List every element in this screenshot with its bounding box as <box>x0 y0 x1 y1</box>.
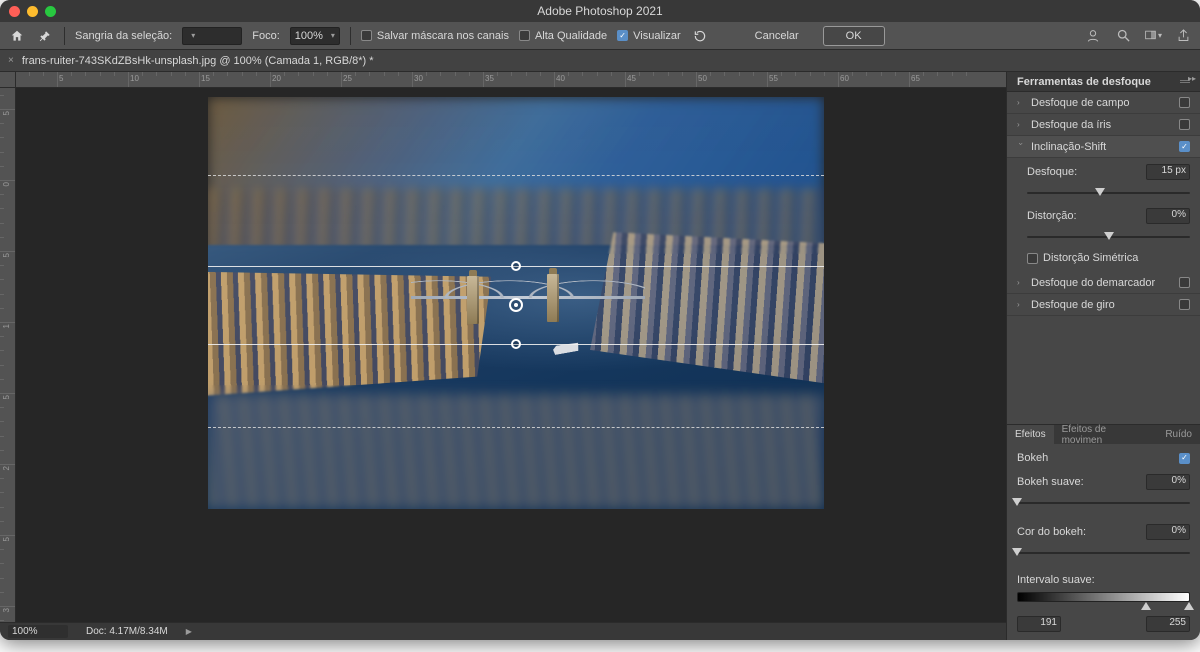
tilt-shift-section[interactable]: ›Inclinação-Shift <box>1007 136 1200 158</box>
app-title: Adobe Photoshop 2021 <box>0 4 1200 18</box>
tiltshift-outer-top[interactable] <box>208 175 824 176</box>
blur-slider[interactable] <box>1027 188 1190 198</box>
light-bokeh-slider[interactable] <box>1017 498 1190 508</box>
blur-label: Desfoque: <box>1027 166 1077 178</box>
path-blur-section[interactable]: ›Desfoque do demarcador <box>1007 272 1200 294</box>
workspace-icon[interactable]: ▾ <box>1144 27 1162 45</box>
tiltshift-handle-top[interactable] <box>511 261 521 271</box>
light-range-low-field[interactable]: 191 <box>1017 616 1061 632</box>
document-tab[interactable]: × frans-ruiter-743SKdZBsHk-unsplash.jpg … <box>0 50 1200 72</box>
bokeh-color-slider[interactable] <box>1017 548 1190 558</box>
tiltshift-handle-bottom[interactable] <box>511 339 521 349</box>
distortion-label: Distorção: <box>1027 210 1077 222</box>
tiltshift-center-pin[interactable] <box>509 298 523 312</box>
doc-size-label: Doc: 4.17M/8.34M <box>86 626 168 637</box>
light-range-gradient[interactable] <box>1017 592 1190 602</box>
blur-tools-panel-header: Ferramentas de desfoque <box>1007 72 1200 92</box>
search-icon[interactable] <box>1114 27 1132 45</box>
distortion-slider[interactable] <box>1027 232 1190 242</box>
maximize-icon[interactable] <box>45 6 56 17</box>
distortion-value-field[interactable]: 0% <box>1146 208 1190 224</box>
tab-effects[interactable]: Efeitos <box>1007 425 1054 444</box>
minimize-icon[interactable] <box>27 6 38 17</box>
panel-collapse-icon[interactable]: ▸▸ <box>1188 74 1196 83</box>
reset-icon[interactable] <box>691 27 709 45</box>
tiltshift-outer-bottom[interactable] <box>208 427 824 428</box>
field-blur-section[interactable]: ›Desfoque de campo <box>1007 92 1200 114</box>
cancel-button[interactable]: Cancelar <box>741 26 813 46</box>
share-icon[interactable] <box>1174 27 1192 45</box>
tilt-shift-controls: Desfoque: 15 px Distorção: 0% Distorção … <box>1007 158 1200 272</box>
document-tab-label: frans-ruiter-743SKdZBsHk-unsplash.jpg @ … <box>22 55 374 67</box>
titlebar: Adobe Photoshop 2021 <box>0 0 1200 22</box>
close-icon[interactable] <box>9 6 20 17</box>
selection-bleed-label: Sangria da seleção: <box>75 30 172 42</box>
pin-tool-icon[interactable] <box>36 27 54 45</box>
spin-blur-section[interactable]: ›Desfoque de giro <box>1007 294 1200 316</box>
ruler-vertical: 050515253545 <box>0 88 16 622</box>
tab-noise[interactable]: Ruído <box>1157 425 1200 444</box>
close-tab-icon[interactable]: × <box>8 55 14 66</box>
ruler-horizontal: 05101520253035404550556065 <box>16 72 1006 88</box>
focus-field[interactable]: 100%▾ <box>290 27 340 45</box>
light-range-high-field[interactable]: 255 <box>1146 616 1190 632</box>
light-bokeh-field[interactable]: 0% <box>1146 474 1190 490</box>
bokeh-color-field[interactable]: 0% <box>1146 524 1190 540</box>
light-bokeh-label: Bokeh suave: <box>1017 476 1084 488</box>
cloud-docs-icon[interactable] <box>1084 27 1102 45</box>
options-bar: Sangria da seleção: ▾ Foco: 100%▾ Salvar… <box>0 22 1200 50</box>
bokeh-color-label: Cor do bokeh: <box>1017 526 1086 538</box>
symmetric-distortion-checkbox[interactable]: Distorção Simétrica <box>1027 252 1190 264</box>
bokeh-checkbox[interactable] <box>1179 453 1190 464</box>
iris-blur-section[interactable]: ›Desfoque da íris <box>1007 114 1200 136</box>
selection-bleed-field[interactable]: ▾ <box>182 27 242 45</box>
document-image[interactable] <box>208 97 824 509</box>
statusbar-menu-icon[interactable]: ▶ <box>186 627 192 636</box>
ok-button[interactable]: OK <box>823 26 885 46</box>
tab-motion-effects[interactable]: Efeitos de movimen <box>1054 425 1158 444</box>
save-mask-checkbox[interactable]: Salvar máscara nos canais <box>361 30 509 42</box>
canvas[interactable] <box>16 88 1006 622</box>
bokeh-label: Bokeh <box>1017 452 1048 464</box>
status-bar: 100% Doc: 4.17M/8.34M ▶ <box>0 622 1006 640</box>
zoom-field[interactable]: 100% <box>8 625 68 638</box>
home-icon[interactable] <box>8 27 26 45</box>
focus-label: Foco: <box>252 30 280 42</box>
blur-value-field[interactable]: 15 px <box>1146 164 1190 180</box>
high-quality-checkbox[interactable]: Alta Qualidade <box>519 30 607 42</box>
preview-checkbox[interactable]: Visualizar <box>617 30 681 42</box>
light-range-label: Intervalo suave: <box>1017 574 1190 586</box>
